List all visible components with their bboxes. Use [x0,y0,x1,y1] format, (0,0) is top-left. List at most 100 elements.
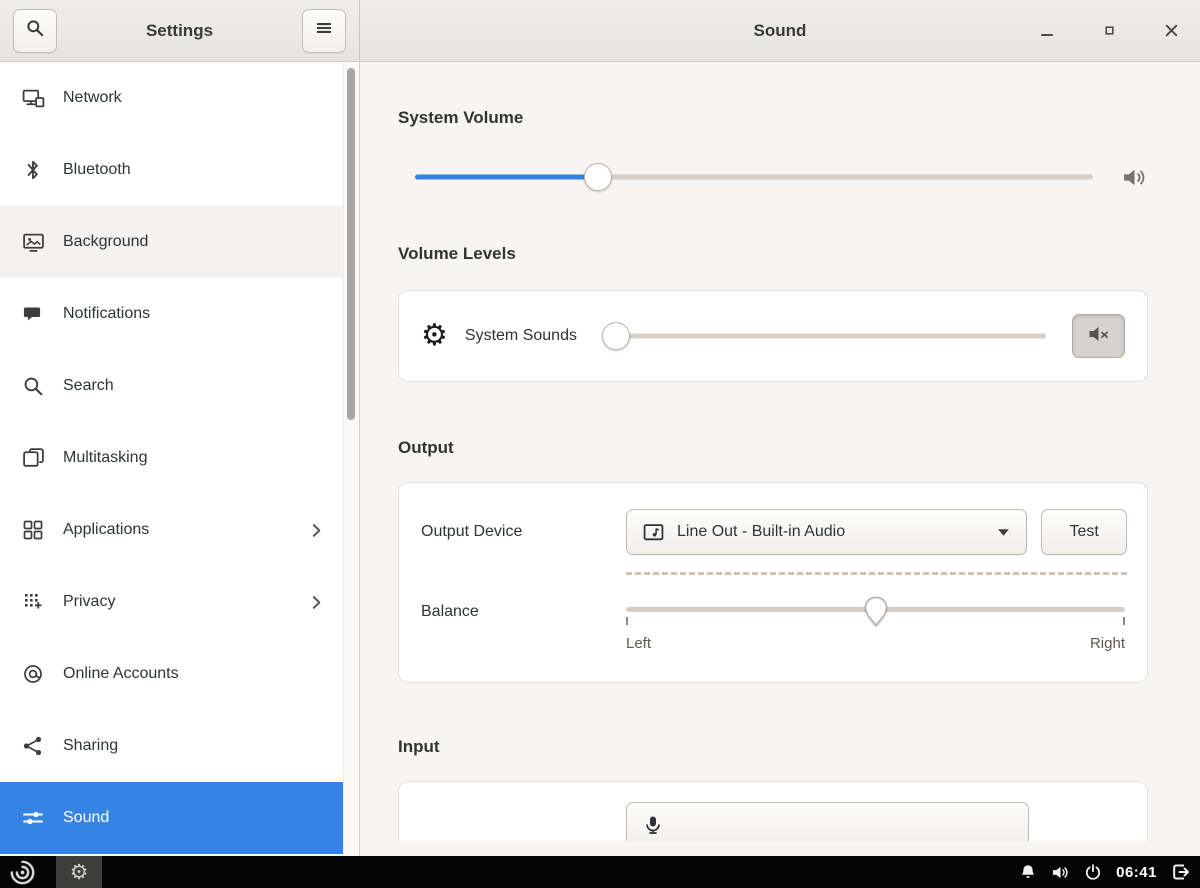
search-sidebar-icon [21,374,45,398]
taskbar-tray: 06:41 [1020,856,1200,888]
system-sounds-mute-toggle[interactable] [1072,314,1125,358]
sidebar-item-label: Privacy [63,593,115,611]
sidebar-item-notifications[interactable]: Notifications [0,278,359,350]
system-volume-heading: System Volume [398,108,1148,128]
balance-right-label: Right [1090,635,1125,652]
microphone-icon [643,815,663,835]
sidebar-title: Settings [146,21,213,41]
settings-window: Settings Sound [0,0,1200,856]
balance-knob[interactable] [862,595,890,632]
sidebar-item-label: Multitasking [63,449,147,467]
sidebar-item-online-accounts[interactable]: Online Accounts [0,638,359,710]
output-device-value: Line Out - Built-in Audio [677,523,845,541]
volume-levels-heading: Volume Levels [398,244,1148,264]
sidebar-item-search[interactable]: Search [0,350,359,422]
sharing-icon [21,734,45,758]
logout-tray-icon[interactable] [1172,863,1192,881]
volume-levels-card: ⚙ System Sounds [398,290,1148,382]
headerbar: Settings Sound [0,0,1200,62]
notifications-tray-icon[interactable] [1020,864,1036,880]
sidebar-item-bluetooth[interactable]: Bluetooth [0,134,359,206]
sidebar-item-label: Network [63,89,122,107]
sidebar-item-label: Online Accounts [63,665,179,683]
sidebar-item-label: Notifications [63,305,150,323]
test-speakers-button[interactable]: Test [1041,509,1127,555]
sidebar-headerbar: Settings [0,0,360,61]
minimize-button[interactable] [1038,22,1056,40]
input-device-dropdown[interactable] [626,802,1029,841]
volume-high-icon [1121,165,1148,190]
sidebar-item-multitasking[interactable]: Multitasking [0,422,359,494]
system-volume-row [398,162,1148,192]
balance-left-label: Left [626,635,651,652]
taskbar-clock[interactable]: 06:41 [1116,864,1157,881]
sidebar-scrollbar-track[interactable] [343,62,359,856]
output-device-dropdown[interactable]: Line Out - Built-in Audio [626,509,1027,555]
taskbar: ⚙ 06:41 [0,856,1200,888]
taskbar-settings-app[interactable]: ⚙ [56,856,102,888]
volume-tray-icon[interactable] [1051,864,1070,881]
bluetooth-icon [21,158,45,182]
search-button[interactable] [13,9,57,53]
close-button[interactable] [1162,22,1180,40]
output-device-row: Output Device Line Out - Built-in Audio … [421,509,1127,555]
chevron-right-icon [308,522,325,539]
input-card [398,781,1148,841]
sidebar-item-label: Sharing [63,737,118,755]
power-tray-icon[interactable] [1085,864,1101,880]
input-heading: Input [398,737,1148,757]
primary-menu-button[interactable] [302,9,346,53]
sidebar-item-label: Applications [63,521,149,539]
sidebar-item-background[interactable]: Background [0,206,359,278]
balance-label: Balance [421,603,626,621]
background-icon [21,230,45,254]
system-volume-slider[interactable] [415,162,1093,192]
slider-fill [415,175,598,180]
sidebar: Network Bluetooth Background [0,62,360,856]
taskbar-left: ⚙ [0,856,102,888]
system-sounds-knob[interactable] [602,322,630,350]
network-icon [21,86,45,110]
balance-row: Balance Left [421,595,1127,652]
search-icon [26,19,44,42]
system-volume-knob[interactable] [584,163,612,191]
chevron-right-icon [308,594,325,611]
sidebar-item-label: Bluetooth [63,161,131,179]
dropdown-arrow-icon [997,528,1010,537]
balance-slider[interactable] [626,595,1125,627]
balance-right-tick [1123,617,1125,625]
hamburger-menu-icon [315,19,333,42]
gear-icon: ⚙ [70,862,89,883]
volume-muted-icon [1087,323,1111,350]
notifications-icon [21,302,45,326]
system-sounds-label: System Sounds [465,327,577,345]
balance-left-tick [626,617,628,625]
window-controls [1038,22,1200,40]
output-card: Output Device Line Out - Built-in Audio … [398,482,1148,683]
output-device-label: Output Device [421,523,626,541]
slider-track[interactable] [603,334,1046,339]
window-body: Network Bluetooth Background [0,62,1200,856]
sound-panel: System Volume Volume Levels ⚙ System Sou… [360,62,1200,856]
app-launcher-icon[interactable] [0,856,44,888]
applications-icon [21,518,45,542]
system-sounds-gear-icon: ⚙ [421,321,448,351]
sidebar-item-label: Sound [63,809,109,827]
sidebar-scrollbar-thumb[interactable] [347,68,355,420]
sidebar-item-label: Search [63,377,114,395]
balance-slider-area: Left Right [626,595,1127,652]
balance-extent-labels: Left Right [626,635,1125,652]
sidebar-item-sharing[interactable]: Sharing [0,710,359,782]
sidebar-item-applications[interactable]: Applications [0,494,359,566]
desktop: Settings Sound [0,0,1200,888]
system-sounds-slider[interactable] [603,321,1046,351]
sound-icon [21,806,45,830]
maximize-button[interactable] [1100,22,1118,40]
sidebar-item-network[interactable]: Network [0,62,359,134]
sidebar-item-privacy[interactable]: Privacy [0,566,359,638]
sidebar-item-sound[interactable]: Sound [0,782,359,854]
dashed-separator [626,572,1127,575]
content-headerbar: Sound [360,0,1200,61]
multitasking-icon [21,446,45,470]
online-accounts-icon [21,662,45,686]
